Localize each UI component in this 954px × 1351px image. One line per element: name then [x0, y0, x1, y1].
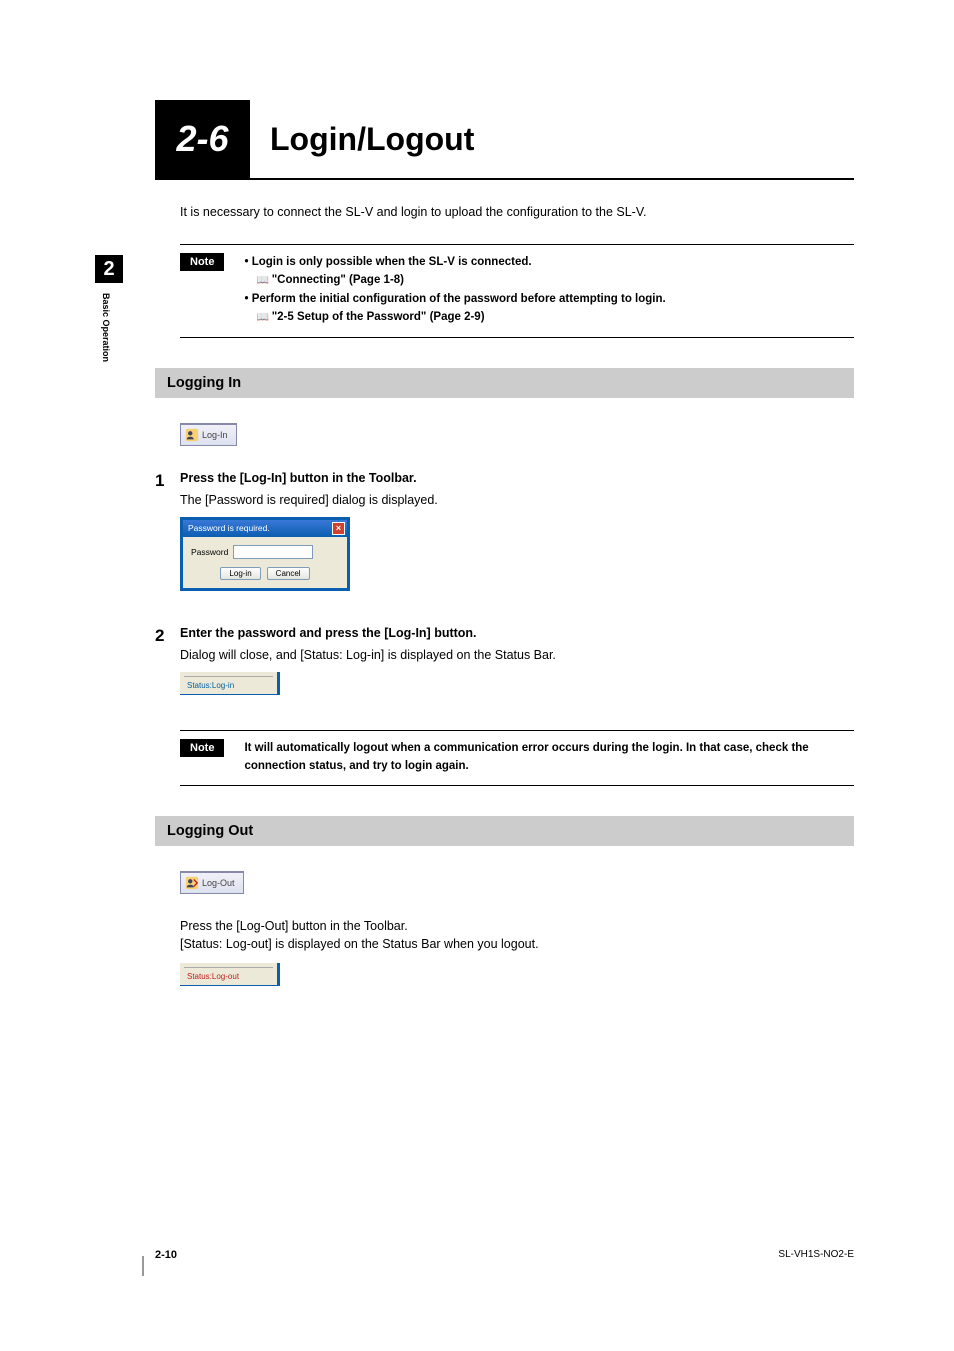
step-2: 2 Enter the password and press the [Log-…: [155, 626, 854, 720]
login-btn-label: Log-In: [202, 430, 228, 440]
step-1-title: Press the [Log-In] button in the Toolbar…: [180, 471, 854, 485]
note-badge: Note: [180, 253, 224, 271]
step-1-desc: The [Password is required] dialog is dis…: [180, 493, 854, 507]
dialog-cancel-button: Cancel: [267, 567, 310, 580]
password-dialog-image: Password is required. × Password Log-in …: [180, 517, 350, 591]
close-icon: ×: [332, 522, 345, 535]
logout-desc-2: [Status: Log-out] is displayed on the St…: [180, 937, 854, 951]
section-logout-heading: Logging Out: [155, 816, 854, 846]
section-login-heading: Logging In: [155, 368, 854, 398]
note-block-1: Note Login is only possible when the SL-…: [180, 244, 854, 338]
chapter-header: 2-6 Login/Logout: [155, 100, 854, 180]
step-1: 1 Press the [Log-In] button in the Toolb…: [155, 471, 854, 616]
page-number: 2-10: [155, 1249, 177, 1261]
password-label: Password: [191, 547, 228, 557]
logout-desc-1: Press the [Log-Out] button in the Toolba…: [180, 919, 854, 933]
status-login-text: Status:Log-in: [184, 676, 273, 692]
logout-person-icon: [185, 876, 199, 890]
note-2-text: It will automatically logout when a comm…: [244, 739, 854, 776]
note-ref-2: "2-5 Setup of the Password" (Page 2-9): [244, 308, 665, 326]
logout-btn-label: Log-Out: [202, 878, 235, 888]
note-bullet-1: Login is only possible when the SL-V is …: [244, 253, 665, 271]
status-logout-image: Status:Log-out: [180, 963, 280, 986]
logout-toolbar-button-image: Log-Out: [180, 871, 244, 894]
step-2-desc: Dialog will close, and [Status: Log-in] …: [180, 648, 854, 662]
step-2-num: 2: [155, 626, 180, 720]
note-badge-2: Note: [180, 739, 224, 757]
status-logout-text: Status:Log-out: [184, 967, 273, 983]
dialog-login-button: Log-in: [220, 567, 260, 580]
footer-rule: [142, 1256, 144, 1276]
step-1-num: 1: [155, 471, 180, 616]
intro-text: It is necessary to connect the SL-V and …: [155, 205, 854, 219]
password-field: [233, 545, 313, 559]
dialog-title: Password is required.: [188, 523, 270, 533]
login-person-icon: [185, 428, 199, 442]
page-footer: 2-10 SL-VH1S-NO2-E: [155, 1249, 854, 1261]
note-bullet-2: Perform the initial configuration of the…: [244, 290, 665, 308]
doc-code: SL-VH1S-NO2-E: [778, 1249, 854, 1261]
status-login-image: Status:Log-in: [180, 672, 280, 695]
chapter-section-number: 2-6: [155, 100, 250, 178]
login-toolbar-button-image: Log-In: [180, 423, 237, 446]
chapter-title: Login/Logout: [250, 100, 474, 178]
step-2-title: Enter the password and press the [Log-In…: [180, 626, 854, 640]
note-ref-1: "Connecting" (Page 1-8): [244, 271, 665, 289]
note-block-2: Note It will automatically logout when a…: [180, 730, 854, 787]
